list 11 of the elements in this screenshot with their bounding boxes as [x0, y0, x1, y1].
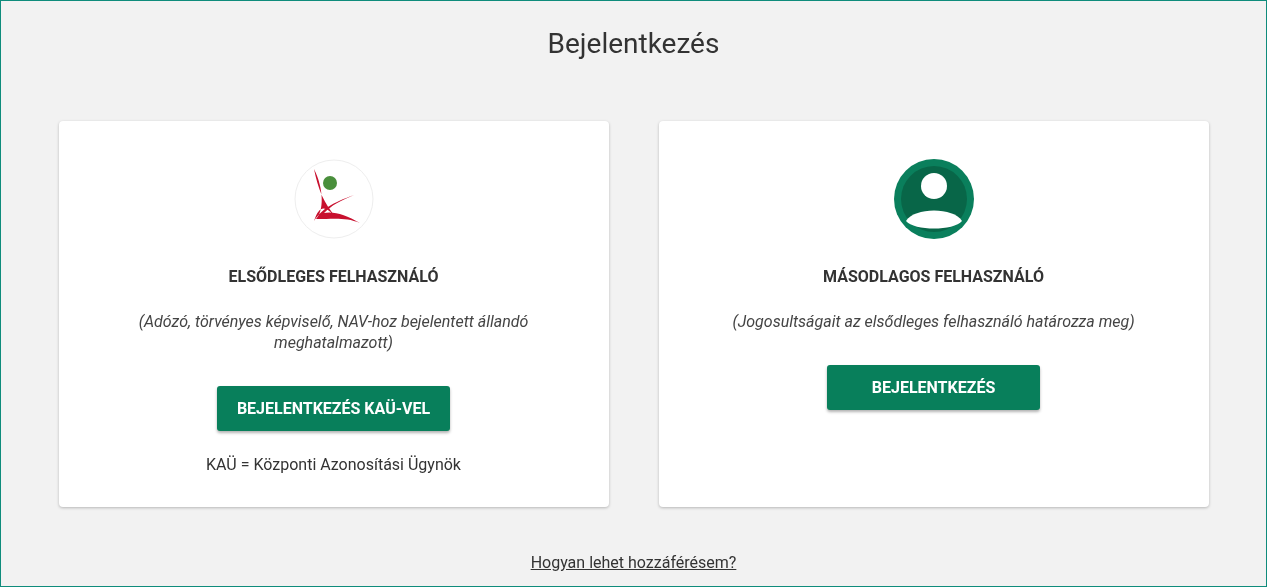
card-heading: ELSŐDLEGES FELHASZNÁLÓ: [228, 267, 439, 286]
user-avatar-icon: [893, 159, 974, 239]
card-description: (Jogosultságait az elsődleges felhasználó határozza meg): [731, 311, 1136, 332]
card-note: KAÜ = Központi Azonosítási Ügynök: [206, 455, 461, 474]
page-title: Bejelentkezés: [547, 26, 720, 62]
card-heading: MÁSODLAGOS FELHASZNÁLÓ: [823, 267, 1044, 286]
login-button[interactable]: BEJELENTKEZÉS: [827, 365, 1040, 410]
card-description: (Adózó, törvényes képviselő, NAV-hoz bejelentett állandó meghatalmazott): [137, 311, 530, 353]
logo-icon: [293, 159, 374, 239]
login-button[interactable]: BEJELENTKEZÉS KAÜ-VEL: [216, 386, 451, 431]
help-link[interactable]: Hogyan lehet hozzáférésem?: [530, 553, 737, 572]
